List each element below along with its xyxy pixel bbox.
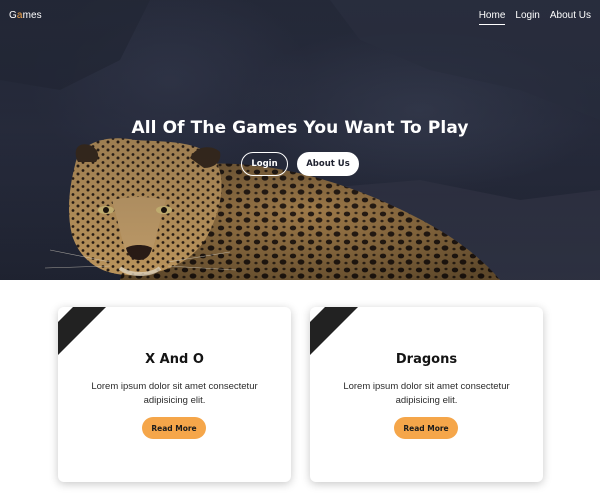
hero-button-group: Login About Us xyxy=(0,152,600,176)
brand-rest: mes xyxy=(22,10,42,21)
hero-overlay xyxy=(0,0,600,280)
hero-about-button[interactable]: About Us xyxy=(297,152,359,176)
card-corner-ribbon xyxy=(58,307,106,355)
hero-title: All Of The Games You Want To Play xyxy=(131,118,469,138)
hero-login-button[interactable]: Login xyxy=(241,152,288,176)
card-title: X And O xyxy=(145,352,204,367)
card-corner-ribbon xyxy=(310,307,358,355)
card-description: Lorem ipsum dolor sit amet consectetur a… xyxy=(343,381,510,406)
read-more-button[interactable]: Read More xyxy=(394,417,458,439)
read-more-button[interactable]: Read More xyxy=(142,417,206,439)
game-card-xo: X And O Lorem ipsum dolor sit amet conse… xyxy=(58,307,291,482)
nav-home-link[interactable]: Home xyxy=(478,10,506,25)
hero-section: Games Home Login About Us All Of The Gam… xyxy=(0,0,600,280)
game-card-dragons: Dragons Lorem ipsum dolor sit amet conse… xyxy=(310,307,543,482)
nav-about-link[interactable]: About Us xyxy=(550,10,591,25)
nav-login-link[interactable]: Login xyxy=(515,10,539,25)
brand-first-letter: G xyxy=(9,10,17,21)
card-description: Lorem ipsum dolor sit amet consectetur a… xyxy=(91,381,258,406)
brand-logo[interactable]: Games xyxy=(9,10,42,21)
top-nav: Home Login About Us xyxy=(478,10,591,25)
card-title: Dragons xyxy=(395,352,458,367)
